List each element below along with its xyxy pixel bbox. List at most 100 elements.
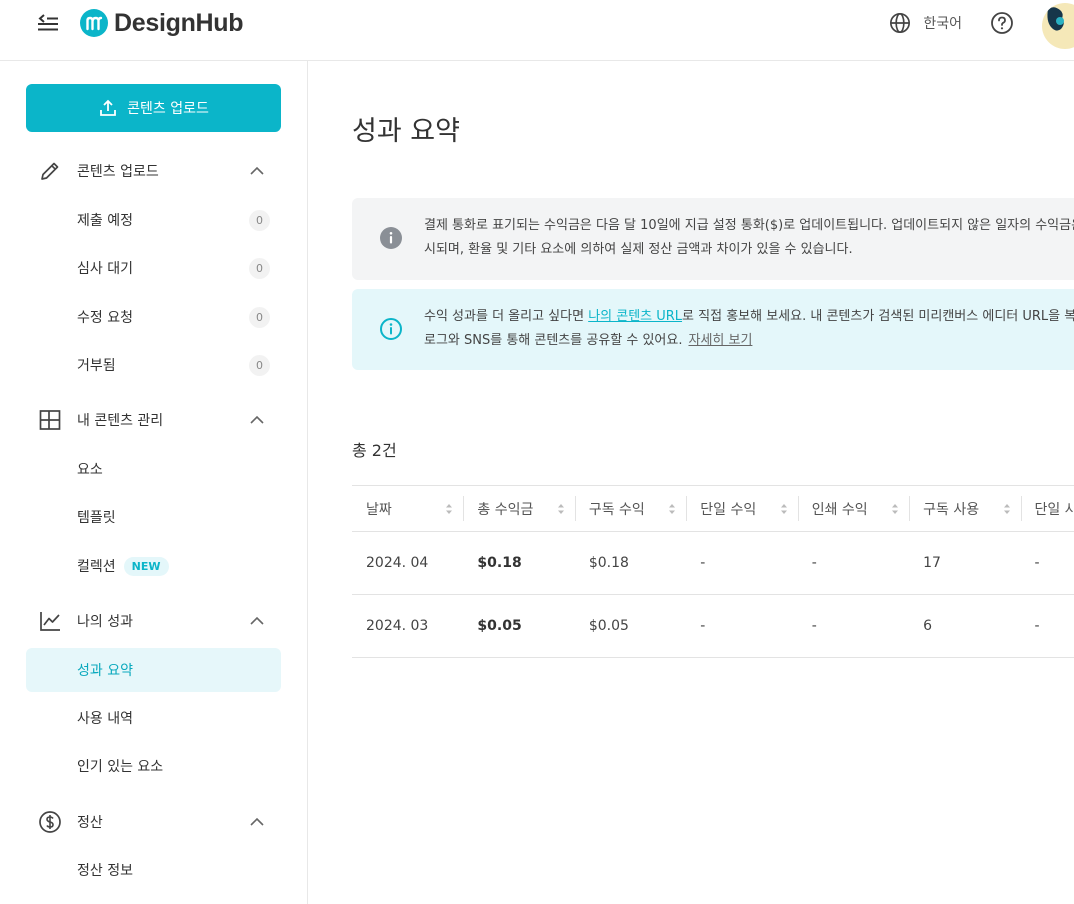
my-content-url-link[interactable]: 나의 콘텐츠 URL (588, 309, 682, 324)
performance-table: 날짜 총 수익금 구독 수익 단일 수익 인쇄 수익 구독 사용 단일 사용 2… (352, 485, 1074, 658)
notice-text-line: 결제 통화로 표기되는 수익금은 다음 달 10일에 지급 설정 통화($)로 … (424, 218, 1074, 233)
table-cell: $0.18 (574, 531, 687, 595)
table-cell: $0.05 (463, 594, 575, 658)
column-header-single-usage[interactable]: 단일 사용 (1020, 485, 1074, 532)
sort-icon (780, 504, 787, 514)
sort-icon (446, 504, 453, 514)
sidebar-item-label: 수정 요청 (77, 310, 133, 326)
notice-text: 로그와 SNS를 통해 콘텐츠를 공유할 수 있어요. (424, 333, 683, 348)
learn-more-link[interactable]: 자세히 보기 (688, 333, 752, 348)
count-badge: 0 (249, 210, 270, 231)
new-badge: NEW (123, 556, 169, 576)
promo-notice: 수익 성과를 더 올리고 싶다면 나의 콘텐츠 URL로 직접 홍보해 보세요.… (352, 289, 1074, 370)
sidebar-item-label: 심사 대기 (77, 261, 133, 277)
count-badge: 0 (249, 355, 270, 376)
table-cell: - (1020, 594, 1074, 658)
column-header-subscription-revenue[interactable]: 구독 수익 (574, 485, 687, 532)
sidebar-item-label: 사용 내역 (77, 711, 133, 727)
globe-icon (890, 13, 911, 33)
table-row: 2024. 04 $0.18 $0.18 - - 17 - (352, 531, 1074, 595)
table-cell: - (797, 531, 910, 595)
brand-logo-mark (80, 9, 108, 37)
column-header-total-revenue[interactable]: 총 수익금 (463, 485, 575, 532)
column-header-date[interactable]: 날짜 (352, 485, 464, 532)
sidebar-item-performance-summary[interactable]: 성과 요약 (26, 648, 281, 692)
top-bar: DesignHub 한국어 (0, 0, 1074, 61)
sort-icon (892, 504, 899, 514)
nav-group-label: 정산 (77, 815, 103, 831)
language-label: 한국어 (923, 16, 962, 32)
chevron-up-icon (250, 415, 264, 424)
brand-name: DesignHub (114, 8, 244, 37)
table-cell: 17 (909, 531, 1021, 595)
nav-group-settlement[interactable]: 정산 (26, 802, 281, 842)
sidebar-item-label: 거부됨 (77, 358, 116, 374)
table-cell: $0.18 (463, 531, 575, 595)
chevron-up-icon (250, 166, 264, 175)
sidebar-item-popular-elements[interactable]: 인기 있는 요소 (26, 744, 281, 788)
currency-notice: 결제 통화로 표기되는 수익금은 다음 달 10일에 지급 설정 통화($)로 … (352, 198, 1074, 280)
sidebar-item-label: 템플릿 (77, 510, 116, 526)
sidebar-item-usage-history[interactable]: 사용 내역 (26, 696, 281, 740)
table-header-row: 날짜 총 수익금 구독 수익 단일 수익 인쇄 수익 구독 사용 단일 사용 (352, 485, 1074, 532)
table-cell: 6 (909, 594, 1021, 658)
notice-text-line: 시되며, 환율 및 기타 요소에 의하여 실제 정산 금액과 차이가 있을 수 … (424, 242, 853, 257)
sort-icon (669, 504, 676, 514)
notice-text: 수익 성과를 더 올리고 싶다면 (424, 309, 589, 324)
nav-group-my-performance[interactable]: 나의 성과 (26, 601, 281, 641)
nav-group-my-content[interactable]: 내 콘텐츠 관리 (26, 400, 281, 440)
sidebar-item-pending-submission[interactable]: 제출 예정 0 (26, 198, 281, 242)
nav-group-upload[interactable]: 콘텐츠 업로드 (26, 151, 281, 191)
upload-button-label: 콘텐츠 업로드 (127, 101, 209, 117)
table-cell: - (1020, 531, 1074, 595)
language-selector[interactable]: 한국어 (889, 12, 962, 34)
table-cell: - (686, 594, 798, 658)
info-filled-icon (380, 227, 402, 249)
sidebar-item-settlement-info[interactable]: 정산 정보 (26, 848, 281, 892)
sidebar: 콘텐츠 업로드 콘텐츠 업로드 제출 예정 0 심사 대기 0 수정 요청 0 … (0, 61, 308, 904)
main-content: 성과 요약 결제 통화로 표기되는 수익금은 다음 달 10일에 지급 설정 통… (308, 61, 1074, 904)
page-title: 성과 요약 (352, 116, 460, 147)
table-cell: $0.05 (574, 594, 687, 658)
table-cell: - (797, 594, 910, 658)
column-header-subscription-usage[interactable]: 구독 사용 (909, 485, 1021, 532)
chevron-up-icon (250, 817, 264, 826)
sidebar-item-templates[interactable]: 템플릿 (26, 495, 281, 539)
avatar[interactable] (1042, 3, 1074, 49)
table-cell: - (686, 531, 798, 595)
sidebar-item-elements[interactable]: 요소 (26, 447, 281, 491)
upload-icon (100, 99, 117, 116)
sort-icon (557, 504, 564, 514)
table-cell: 2024. 04 (352, 531, 464, 595)
column-header-print-revenue[interactable]: 인쇄 수익 (797, 485, 910, 532)
sort-icon (1003, 504, 1010, 514)
dollar-circle-icon (39, 811, 61, 833)
avatar-image (1047, 7, 1064, 31)
grid-layout-icon (39, 410, 61, 430)
notice-text: 로 직접 홍보해 보세요. 내 콘텐츠가 검색된 미리캔버스 에디터 URL을 … (682, 309, 1074, 324)
column-header-single-revenue[interactable]: 단일 수익 (686, 485, 798, 532)
sidebar-item-label: 컬렉션 (77, 559, 116, 575)
sidebar-item-label: 정산 정보 (77, 863, 133, 879)
sidebar-item-label: 제출 예정 (77, 213, 133, 229)
menu-collapse-icon[interactable] (36, 11, 60, 35)
sidebar-item-label: 인기 있는 요소 (77, 759, 164, 775)
upload-content-button[interactable]: 콘텐츠 업로드 (26, 84, 281, 132)
table-row: 2024. 03 $0.05 $0.05 - - 6 - (352, 594, 1074, 658)
count-badge: 0 (249, 258, 270, 279)
sidebar-item-revision-requested[interactable]: 수정 요청 0 (26, 295, 281, 339)
nav-group-label: 내 콘텐츠 관리 (77, 413, 164, 429)
help-circle-icon[interactable] (990, 11, 1014, 35)
brand-logo[interactable]: DesignHub (80, 8, 244, 37)
line-chart-icon (40, 612, 60, 631)
nav-group-label: 콘텐츠 업로드 (77, 164, 159, 180)
chevron-up-icon (250, 616, 264, 625)
count-badge: 0 (249, 307, 270, 328)
pencil-icon (41, 162, 59, 180)
sidebar-item-awaiting-review[interactable]: 심사 대기 0 (26, 246, 281, 290)
sidebar-item-rejected[interactable]: 거부됨 0 (26, 343, 281, 387)
nav-group-label: 나의 성과 (77, 614, 133, 630)
sidebar-item-label: 요소 (77, 462, 103, 478)
sidebar-item-label: 성과 요약 (77, 663, 133, 679)
sidebar-item-collections[interactable]: 컬렉션 NEW (26, 544, 281, 588)
